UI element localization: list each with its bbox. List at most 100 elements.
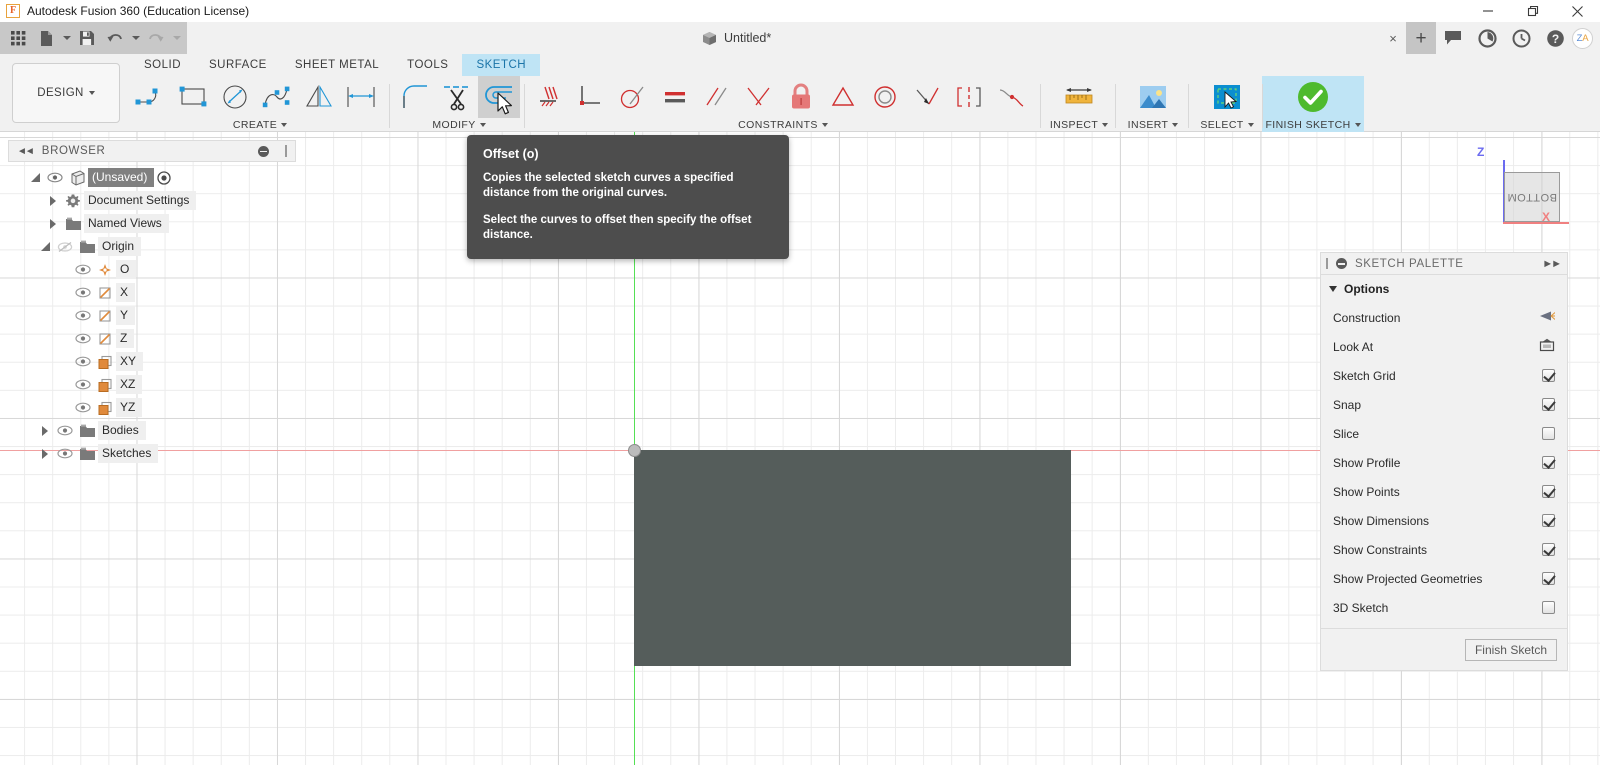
undo-icon[interactable] (101, 24, 129, 52)
show-projected-geometries-checkbox[interactable] (1542, 572, 1555, 585)
redo-icon[interactable] (142, 24, 170, 52)
tree-item-origin[interactable]: Origin (8, 235, 296, 258)
minimize-icon[interactable] (1465, 0, 1510, 22)
tab-solid[interactable]: SOLID (130, 54, 195, 76)
symmetry-icon[interactable] (948, 76, 990, 118)
tab-sheet-metal[interactable]: SHEET METAL (281, 54, 393, 76)
job-status-icon[interactable] (1470, 22, 1504, 54)
rectangle-icon[interactable] (172, 76, 214, 118)
spline-icon[interactable] (256, 76, 298, 118)
line-icon[interactable] (130, 76, 172, 118)
tangent-icon[interactable] (612, 76, 654, 118)
workspace-switcher[interactable]: DESIGN (12, 63, 120, 123)
option-construction[interactable]: Construction (1321, 303, 1567, 332)
3d-sketch-checkbox[interactable] (1542, 601, 1555, 614)
tree-item-plane-yz[interactable]: YZ (8, 396, 296, 419)
fix-unfix-icon[interactable] (780, 76, 822, 118)
visibility-eye-icon[interactable] (72, 258, 94, 281)
app-grid-icon[interactable] (4, 24, 32, 52)
recent-icon[interactable] (1504, 22, 1538, 54)
collinear-icon[interactable] (906, 76, 948, 118)
visibility-eye-icon[interactable] (44, 166, 66, 189)
redo-caret-icon[interactable] (170, 24, 183, 52)
panel-label-select[interactable]: SELECT (1196, 118, 1258, 132)
finish-sketch-icon[interactable] (1262, 76, 1364, 118)
curvature-icon[interactable] (990, 76, 1032, 118)
tab-sketch[interactable]: SKETCH (462, 54, 541, 76)
panel-label-finish-sketch[interactable]: FINISH SKETCH (1262, 118, 1364, 132)
undo-caret-icon[interactable] (129, 24, 142, 52)
minimize-panel-icon[interactable] (1336, 258, 1347, 269)
tree-item-origin-point[interactable]: O (8, 258, 296, 281)
collapse-left-icon[interactable]: ◄◄ (17, 146, 35, 157)
option-show-profile[interactable]: Show Profile (1321, 448, 1567, 477)
sketch-profile-region[interactable] (634, 450, 1071, 666)
slice-checkbox[interactable] (1542, 427, 1555, 440)
panel-label-constraints[interactable]: CONSTRAINTS (528, 118, 1038, 132)
construction-icon[interactable] (1539, 309, 1556, 326)
expander-down-icon[interactable] (26, 166, 44, 189)
document-tab-untitled[interactable]: Untitled* (690, 22, 784, 54)
option-show-projected-geometries[interactable]: Show Projected Geometries (1321, 564, 1567, 593)
equal-icon[interactable] (654, 76, 696, 118)
option-show-dimensions[interactable]: Show Dimensions (1321, 506, 1567, 535)
panel-grip[interactable] (285, 145, 287, 157)
option-3d-sketch[interactable]: 3D Sketch (1321, 593, 1567, 622)
select-icon[interactable] (1206, 76, 1248, 118)
origin-point[interactable] (628, 444, 641, 457)
panel-label-inspect[interactable]: INSPECT (1050, 118, 1109, 132)
activate-component-radio[interactable] (154, 166, 174, 189)
snap-checkbox[interactable] (1542, 398, 1555, 411)
tree-item-plane-xz[interactable]: XZ (8, 373, 296, 396)
tree-item-named-views[interactable]: Named Views (8, 212, 296, 235)
option-snap[interactable]: Snap (1321, 390, 1567, 419)
tab-surface[interactable]: SURFACE (195, 54, 281, 76)
restore-icon[interactable] (1510, 0, 1555, 22)
expander-down-icon[interactable] (36, 235, 54, 258)
visibility-eye-icon[interactable] (54, 419, 76, 442)
fillet-icon[interactable] (394, 76, 436, 118)
tree-item-sketches[interactable]: Sketches (8, 442, 296, 465)
visibility-eye-icon[interactable] (72, 396, 94, 419)
visibility-eye-off-icon[interactable] (54, 235, 76, 258)
parallel-icon[interactable] (696, 76, 738, 118)
show-constraints-checkbox[interactable] (1542, 543, 1555, 556)
tree-item-plane-xy[interactable]: XY (8, 350, 296, 373)
look-at-icon[interactable] (1539, 338, 1555, 355)
comment-icon[interactable] (1436, 22, 1470, 54)
tree-item-axis-x[interactable]: X (8, 281, 296, 304)
midpoint-icon[interactable] (822, 76, 864, 118)
show-points-checkbox[interactable] (1542, 485, 1555, 498)
expander-right-icon[interactable] (36, 419, 54, 442)
expander-right-icon[interactable] (44, 189, 62, 212)
new-tab-button[interactable]: + (1406, 22, 1436, 54)
section-options[interactable]: Options (1321, 275, 1567, 303)
visibility-eye-icon[interactable] (72, 350, 94, 373)
panel-grip[interactable] (1326, 258, 1328, 269)
dimension-icon[interactable] (340, 76, 382, 118)
option-slice[interactable]: Slice (1321, 419, 1567, 448)
tab-tools[interactable]: TOOLS (393, 54, 462, 76)
expander-right-icon[interactable] (44, 212, 62, 235)
visibility-eye-icon[interactable] (72, 327, 94, 350)
option-show-constraints[interactable]: Show Constraints (1321, 535, 1567, 564)
visibility-eye-icon[interactable] (72, 281, 94, 304)
option-sketch-grid[interactable]: Sketch Grid (1321, 361, 1567, 390)
finish-sketch-button[interactable]: Finish Sketch (1464, 638, 1557, 661)
tree-item-bodies[interactable]: Bodies (8, 419, 296, 442)
mirror-icon[interactable] (298, 76, 340, 118)
trim-icon[interactable] (436, 76, 478, 118)
show-profile-checkbox[interactable] (1542, 456, 1555, 469)
panel-label-insert[interactable]: INSERT (1125, 118, 1181, 132)
minimize-panel-icon[interactable] (258, 145, 269, 157)
new-document-caret-icon[interactable] (60, 24, 73, 52)
tree-item-unsaved[interactable]: (Unsaved) (8, 166, 296, 189)
tree-item-document-settings[interactable]: Document Settings (8, 189, 296, 212)
concentric-icon[interactable] (864, 76, 906, 118)
save-icon[interactable] (73, 24, 101, 52)
help-icon[interactable]: ? (1538, 22, 1572, 54)
viewcube-face[interactable]: BOTTOM (1504, 172, 1560, 222)
insert-image-icon[interactable] (1132, 76, 1174, 118)
option-look-at[interactable]: Look At (1321, 332, 1567, 361)
option-show-points[interactable]: Show Points (1321, 477, 1567, 506)
